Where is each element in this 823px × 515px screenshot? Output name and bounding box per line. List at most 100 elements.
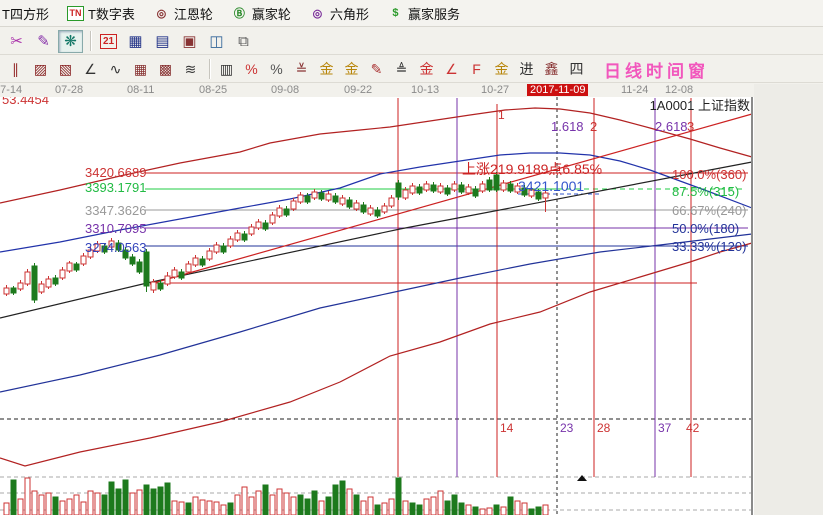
volume-bar [381,502,388,515]
date-tick: 12-08 [665,84,694,96]
volume-bar [157,486,164,515]
menu-item-hexagon[interactable]: ◎ 六角形 [309,4,369,23]
candle-body [3,287,10,295]
volume-bar [486,507,493,515]
candle-body [353,202,360,210]
gold-angle-button[interactable]: 金 [490,58,513,80]
retracement-label: 66.67%(240) [672,203,746,218]
candle-body [444,187,451,195]
bars-button[interactable]: ▥ [215,58,238,80]
volume-bar [17,498,24,515]
date-tick: 08-25 [199,84,228,96]
grid2-button[interactable]: ▩ [154,58,177,80]
menu-item-label: T四方形 [2,6,49,22]
candle-body [17,282,24,290]
menu-item-service[interactable]: $ 赢家服务 [387,4,460,23]
gold-red-button[interactable]: 金 [415,58,438,80]
chart-area[interactable]: 53.4454 3420.6689 3393.1791 3347.3626 3310.7… [0,92,754,515]
candle-body [199,258,206,266]
lower-envelope-line [0,242,753,467]
candle-body [346,199,353,208]
date-tick: 09-22 [344,84,373,96]
calculator-icon: ▦ [128,33,143,50]
zigzag-icon: ∿ [109,60,122,77]
hatch-lines-button[interactable]: ∥ [4,58,27,80]
angle-lines-button[interactable]: ∠ [79,58,102,80]
date-tick-highlighted: 2017-11-09 [527,84,589,96]
candle-body [507,183,514,192]
gann-ratio-2618: 2.618 [655,119,688,134]
notes-button[interactable]: ▤ [150,30,175,53]
shaded-box2-button[interactable]: ▧ [54,58,77,80]
gann-ray-red-line [149,113,753,285]
volume-bar [297,494,304,515]
candle-body [332,195,339,203]
menu-item-winner-wheel[interactable]: Ⓑ 赢家轮 [231,4,291,23]
menu-item-square-tool[interactable]: T四方形 [2,4,49,23]
windows-globe-button[interactable]: ◫ [204,30,229,53]
candle-body [164,275,171,285]
cut-tool-button[interactable]: ✂ [4,30,29,53]
candle-body [423,183,430,191]
parallel-button[interactable]: ≋ [179,58,202,80]
save-button[interactable]: ▣ [177,30,202,53]
candle-body [73,263,80,271]
volume-bar [234,494,241,515]
grid-button[interactable]: ▦ [129,58,152,80]
price-chart[interactable]: 53.4454 3420.66893393.1791 3347.3626 3310.7… [0,92,754,515]
calendar-button[interactable]: 21 [96,30,121,53]
draw-tool-button[interactable]: ✎ [31,30,56,53]
percent-button[interactable]: % [265,58,288,80]
four-angle-icon: 四 [569,61,584,77]
volume-bar [528,508,535,515]
instrument-label: 1A0001 上证指数 [650,98,750,113]
gann-ratio-1618: 1.618 [551,119,584,134]
f-angle-button[interactable]: F [465,58,488,80]
four-angle-button[interactable]: 四 [565,58,588,80]
gold-line-button[interactable]: 金 [340,58,363,80]
zigzag-button[interactable]: ∿ [104,58,127,80]
candle-body [360,204,367,213]
volume-bar [80,501,87,515]
menu-item-tn-table[interactable]: TN T数字表 [66,4,135,23]
candle-body [241,233,248,241]
angle-red-button[interactable]: ∠ [440,58,463,80]
toolbar-separator [209,59,210,79]
advance-angle-icon: 进 [519,61,534,77]
lower-ma-line [0,233,753,393]
volume-bar [192,496,199,515]
xin-angle-button[interactable]: 鑫 [540,58,563,80]
candle-body [262,222,269,230]
volume-bar [346,488,353,515]
percent-line-button[interactable]: ≚ [290,58,313,80]
rise-summary: 上涨219.9189点6.85% [462,161,602,177]
candle-body [395,182,402,198]
volume-bar [430,496,437,515]
volume-bar [290,496,297,515]
candle-body [45,278,52,288]
shaded-box-button[interactable]: ▨ [29,58,52,80]
channel-button[interactable]: ≜ [390,58,413,80]
date-tick: 11-24 [621,84,649,96]
volume-bar [402,500,409,515]
gann-shape-button[interactable]: ❋ [58,29,83,53]
advance-angle-button[interactable]: 进 [515,58,538,80]
gold-circle-button[interactable]: 金 [315,58,338,80]
calculator-button[interactable]: ▦ [123,30,148,53]
volume-bar [31,490,38,515]
menu-item-gann-wheel[interactable]: ◎ 江恩轮 [153,4,213,23]
grid2-icon: ▩ [158,60,173,77]
volume-bar [479,508,486,515]
candle-body [150,281,157,291]
candle-body [227,238,234,247]
percent-down-button[interactable]: % [240,58,263,80]
volume-bar [129,492,136,515]
brush-button[interactable]: ✎ [365,58,388,80]
print-button[interactable]: ⧉ [231,30,256,53]
volume-bar [507,496,514,515]
price-level-label: 3393.1791 [85,180,146,195]
volume-bar [3,502,10,515]
gann-shape-icon: ❋ [64,33,77,50]
candle-body [185,263,192,273]
menu-item-label: 江恩轮 [173,6,213,22]
